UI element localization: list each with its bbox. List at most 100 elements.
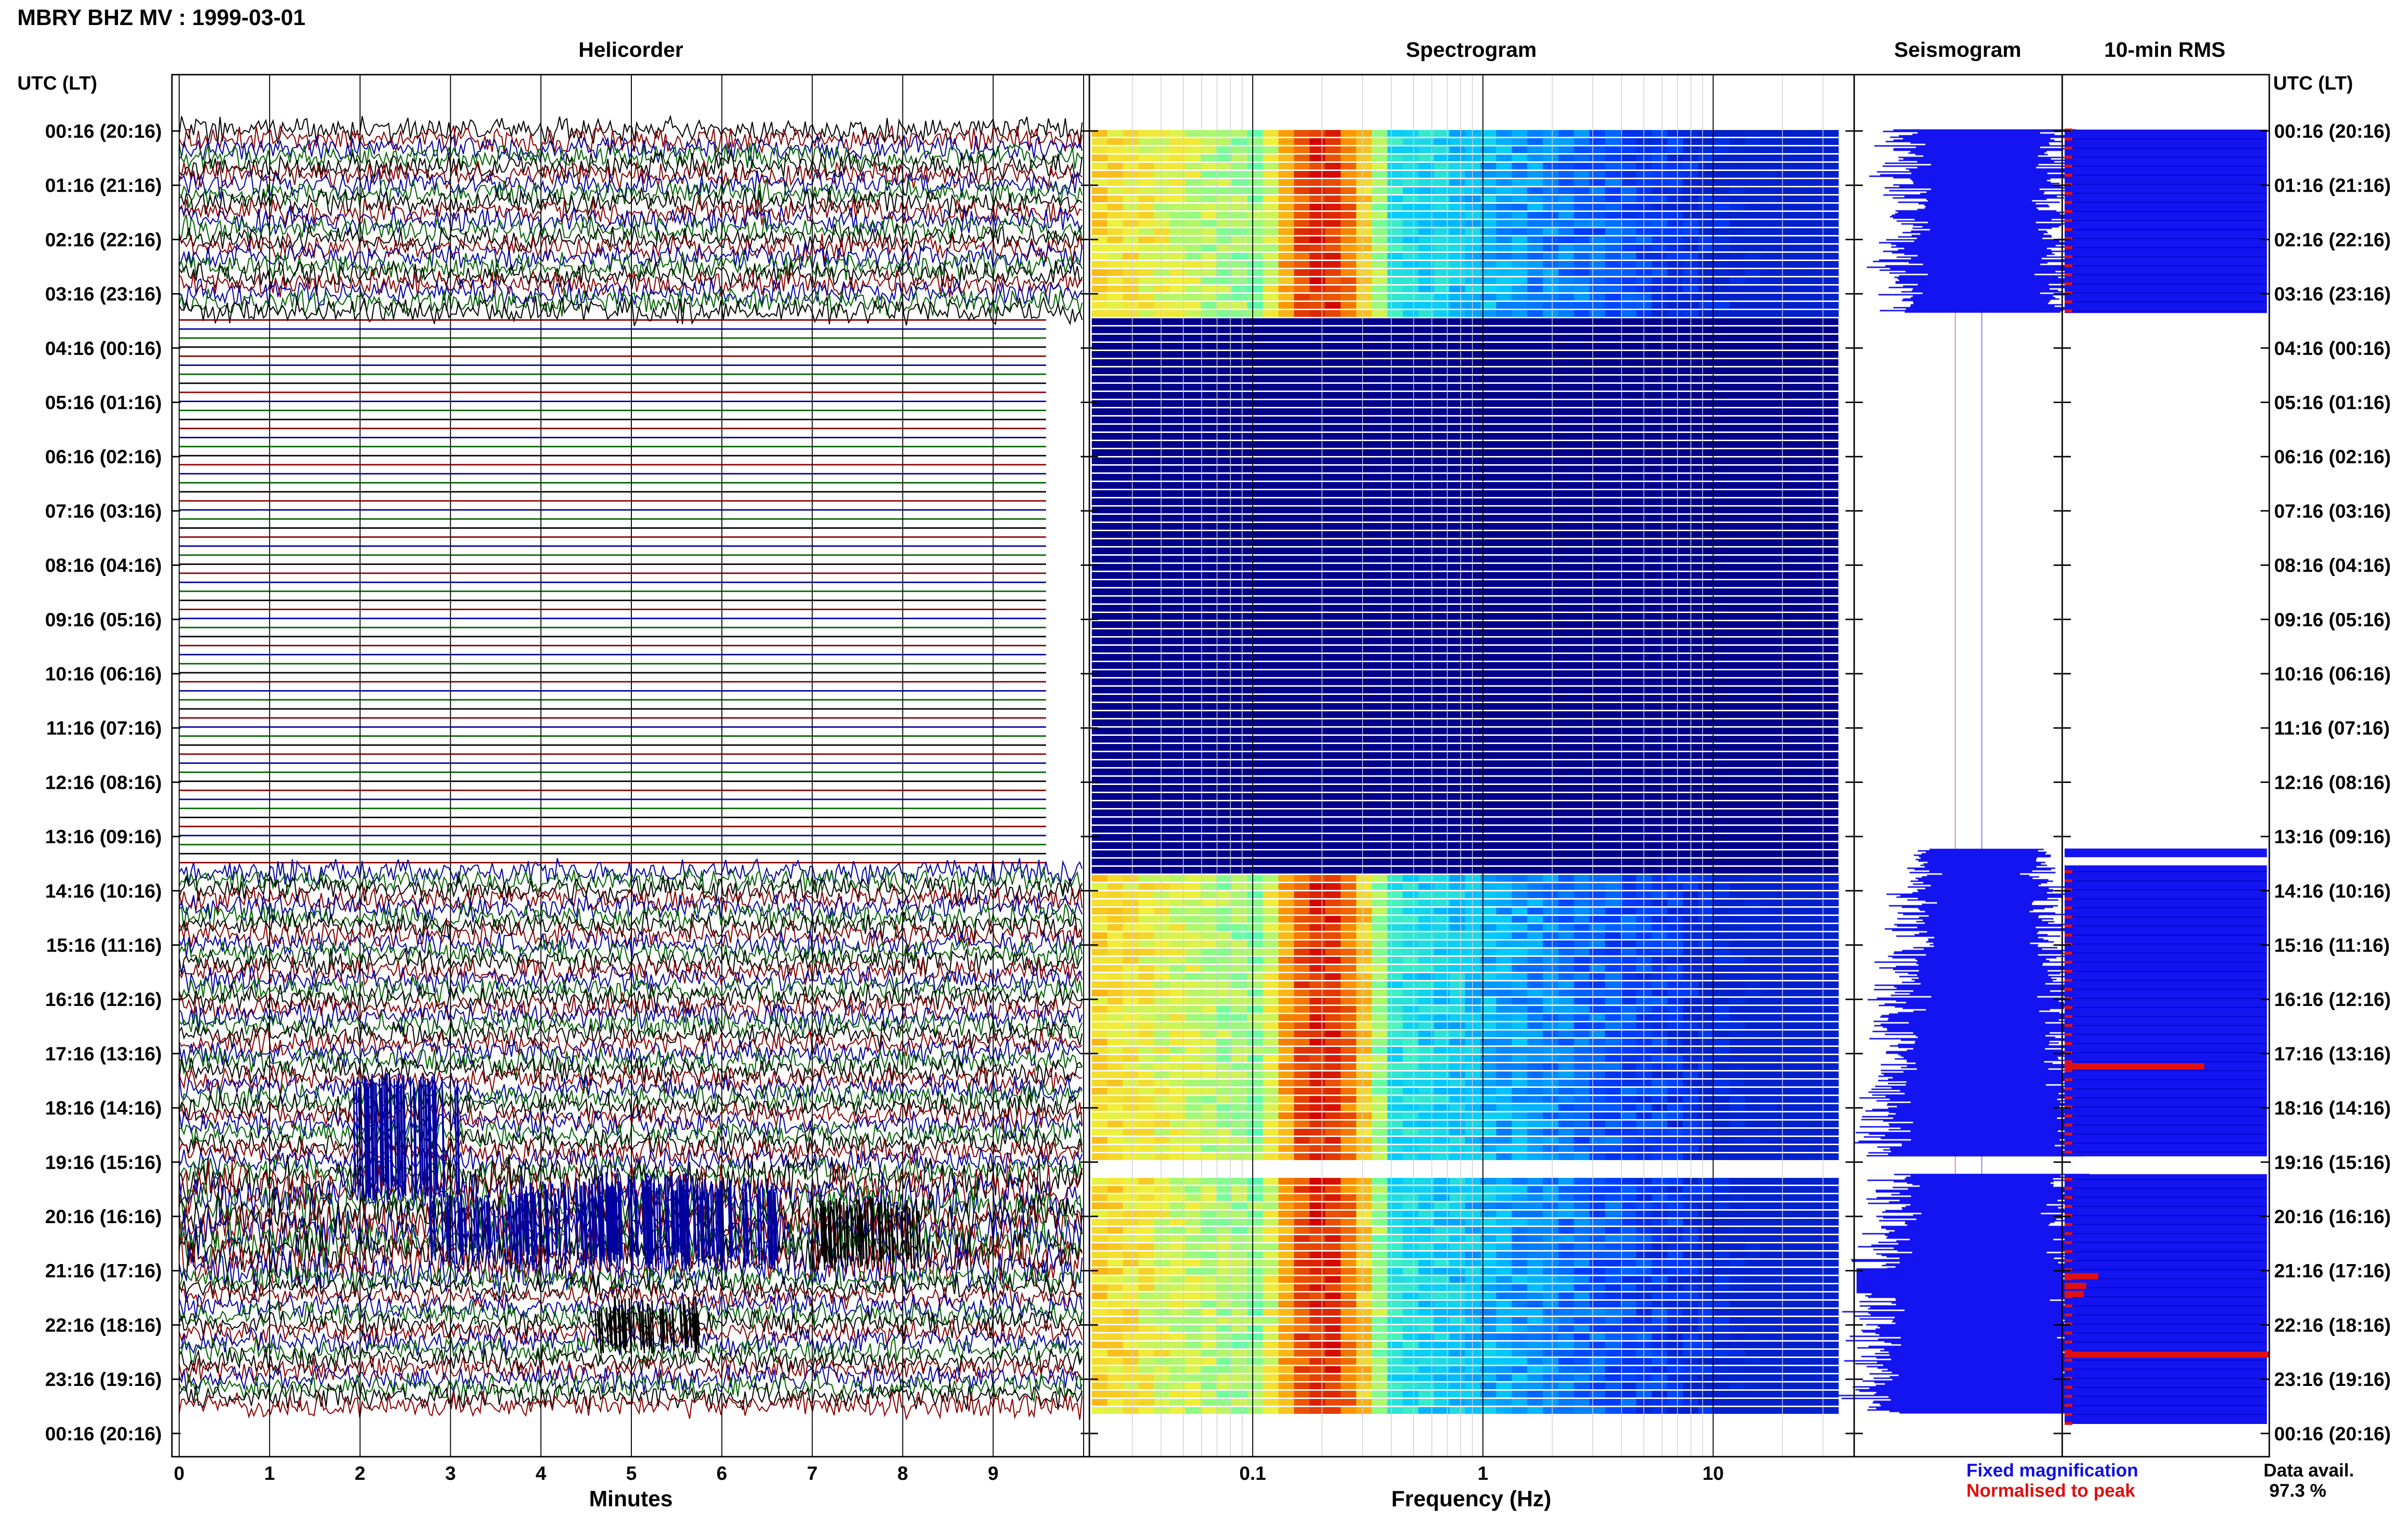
spectrogram-cell — [1465, 1252, 1481, 1258]
spectrogram-tick-label: 10 — [1702, 1463, 1724, 1484]
spectrogram-cell — [1714, 891, 1730, 898]
spectrogram-cell — [1340, 1227, 1357, 1234]
spectrogram-cell — [1372, 1268, 1388, 1275]
spectrogram-cell — [1201, 1358, 1217, 1365]
spectrogram-cell — [1621, 253, 1636, 260]
spectrogram-cell — [1760, 949, 1777, 955]
spectrogram-cell — [1123, 1055, 1139, 1062]
spectrogram-cell — [1621, 1383, 1636, 1389]
spectrogram-cell — [1465, 1014, 1481, 1021]
spectrogram-row — [1092, 1129, 1839, 1136]
spectrogram-cell — [1574, 1243, 1590, 1250]
spectrogram-cell — [1356, 1399, 1372, 1406]
spectrogram-cell — [1760, 1276, 1777, 1283]
spectrogram-cell — [1216, 228, 1232, 235]
spectrogram-cell — [1621, 1063, 1636, 1070]
spectrogram-cell — [1325, 1407, 1341, 1414]
spectrogram-cell — [1543, 294, 1559, 300]
spectrogram-cell — [1294, 957, 1310, 964]
spectrogram-cell — [1760, 924, 1777, 931]
spectrogram-cell — [1512, 973, 1528, 980]
spectrogram-cell — [1169, 1407, 1186, 1414]
spectrogram-cell — [1154, 130, 1170, 137]
spectrogram-cell — [1512, 138, 1528, 145]
spectrogram-cell — [1387, 1333, 1403, 1340]
spectrogram-cell — [1107, 155, 1124, 161]
spectrogram-cell — [1278, 1350, 1295, 1357]
spectrogram-cell — [1231, 973, 1248, 980]
spectrogram-cell — [1449, 187, 1466, 194]
spectrogram-cell — [1372, 1055, 1388, 1062]
spectrogram-cell — [1512, 1006, 1528, 1013]
spectrogram-cell — [1698, 155, 1714, 161]
spectrogram-cell — [1449, 1383, 1466, 1389]
spectrogram-cell — [1698, 277, 1714, 284]
spectrogram-cell — [1729, 1112, 1746, 1119]
spectrogram-cell — [1309, 1268, 1326, 1275]
spectrogram-cell — [1714, 1080, 1730, 1086]
spectrogram-cell — [1372, 253, 1388, 260]
rms-peak-marker — [2065, 1141, 2072, 1145]
spectrogram-cell — [1651, 1342, 1668, 1348]
spectrogram-cell — [1294, 302, 1310, 309]
spectrogram-tick-label: 1 — [1478, 1463, 1488, 1484]
spectrogram-cell — [1512, 310, 1528, 317]
spectrogram-cell — [1714, 973, 1730, 980]
spectrogram-cell — [1201, 1129, 1217, 1136]
spectrogram-cell — [1823, 1055, 1839, 1062]
spectrogram-cell — [1792, 155, 1808, 161]
spectrogram-cell — [1745, 1325, 1761, 1332]
spectrogram-cell — [1807, 1391, 1823, 1397]
spectrogram-row — [1092, 146, 1839, 153]
spectrogram-cell — [1714, 204, 1730, 210]
spectrogram-cell — [1792, 1137, 1808, 1144]
spectrogram-cell — [1092, 965, 1108, 972]
time-label-left: 02:16 (22:16) — [45, 229, 162, 250]
spectrogram-cell — [1154, 1129, 1170, 1136]
spectrogram-cell — [1496, 1333, 1512, 1340]
spectrogram-cell — [1714, 932, 1730, 939]
spectrogram-cell — [1325, 1219, 1341, 1226]
spectrogram-cell — [1247, 1383, 1263, 1389]
spectrogram-cell — [1402, 1055, 1419, 1062]
spectrogram-cell — [1387, 973, 1403, 980]
spectrogram-cell — [1356, 875, 1372, 882]
spectrogram-cell — [1512, 196, 1528, 202]
spectrogram-cell — [1621, 1317, 1636, 1324]
spectrogram-cell — [1823, 1252, 1839, 1258]
spectrogram-cell — [1823, 1047, 1839, 1054]
spectrogram-cell — [1356, 1088, 1372, 1095]
spectrogram-cell — [1402, 204, 1419, 210]
spectrogram-cell — [1605, 1276, 1621, 1283]
spectrogram-cell — [1698, 1301, 1714, 1307]
spectrogram-cell — [1776, 228, 1792, 235]
spectrogram-cell — [1387, 990, 1403, 996]
spectrogram-cell — [1309, 171, 1326, 178]
spectrogram-cell — [1356, 1006, 1372, 1013]
spectrogram-cell — [1496, 1080, 1512, 1086]
spectrogram-row — [1092, 269, 1839, 276]
spectrogram-cell — [1294, 1374, 1310, 1381]
spectrogram-cell — [1263, 1006, 1279, 1013]
spectrogram-cell — [1154, 924, 1170, 931]
spectrogram-cell — [1309, 1374, 1326, 1381]
spectrogram-cell — [1527, 990, 1544, 996]
spectrogram-cell — [1792, 1292, 1808, 1299]
spectrogram-cell — [1698, 245, 1714, 251]
spectrogram-cell — [1402, 916, 1419, 923]
spectrogram-cell — [1558, 1366, 1574, 1373]
helicorder-tick-label: 7 — [807, 1463, 817, 1484]
spectrogram-cell — [1621, 277, 1636, 284]
spectrogram-cell — [1465, 1391, 1481, 1397]
spectrogram-cell — [1823, 286, 1839, 292]
spectrogram-cell — [1185, 1112, 1201, 1119]
spectrogram-cell — [1729, 302, 1746, 309]
spectrogram-cell — [1216, 269, 1232, 276]
spectrogram-cell — [1449, 138, 1466, 145]
spectrogram-cell — [1823, 940, 1839, 947]
spectrogram-cell — [1651, 1006, 1668, 1013]
spectrogram-cell — [1231, 261, 1248, 268]
spectrogram-cell — [1760, 302, 1777, 309]
spectrogram-cell — [1231, 932, 1248, 939]
spectrogram-cell — [1714, 1186, 1730, 1193]
